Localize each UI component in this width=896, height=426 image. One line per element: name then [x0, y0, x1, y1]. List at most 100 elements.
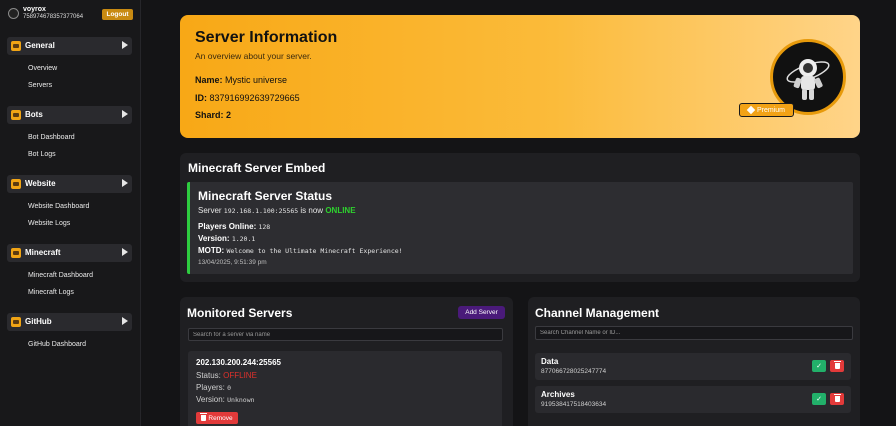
sidebar-item-minecraft-dashboard[interactable]: Minecraft Dashboard — [28, 272, 93, 279]
channel-id: 919538417518403634 — [541, 401, 607, 408]
globe-icon — [11, 179, 21, 189]
confirm-channel-button[interactable]: ✓ — [812, 360, 826, 372]
server-name-value: Mystic universe — [225, 75, 288, 85]
sidebar-item-github-dashboard[interactable]: GitHub Dashboard — [28, 341, 86, 348]
section-label: General — [25, 41, 55, 50]
page-title: Server Information — [195, 29, 338, 46]
embed-version-line: Version: 1.20.1 — [198, 234, 255, 243]
embed-server-prefix: Server — [198, 206, 222, 215]
section-label: GitHub — [25, 317, 52, 326]
delete-channel-button[interactable] — [830, 360, 844, 372]
server-players-row: Players: 0 — [196, 383, 231, 392]
embed-version-value: 1.20.1 — [231, 235, 256, 243]
embed-version-label: Version: — [198, 234, 230, 243]
channel-item: Data 877066728025247774 ✓ — [535, 353, 851, 380]
channel-name: Archives — [541, 390, 575, 399]
astronaut-icon — [786, 59, 830, 100]
sidebar-item-bot-dashboard[interactable]: Bot Dashboard — [28, 134, 75, 141]
server-status-label: Status: — [196, 371, 221, 380]
expand-arrow-icon — [122, 110, 128, 118]
add-server-button[interactable]: Add Server — [458, 306, 505, 319]
expand-arrow-icon — [122, 248, 128, 256]
section-label: Website — [25, 179, 56, 188]
server-version-label: Version: — [196, 395, 225, 404]
logout-button[interactable]: Logout — [102, 9, 133, 20]
sidebar-section-minecraft[interactable]: Minecraft — [7, 244, 132, 262]
delete-channel-button[interactable] — [830, 393, 844, 405]
sidebar-item-overview[interactable]: Overview — [28, 65, 57, 72]
embed-status-title: Minecraft Server Status — [198, 189, 333, 203]
trash-icon — [200, 413, 208, 421]
sidebar-item-minecraft-logs[interactable]: Minecraft Logs — [28, 289, 74, 296]
server-shard-row: Shard: 2 — [195, 110, 231, 120]
expand-arrow-icon — [122, 317, 128, 325]
gem-icon — [746, 105, 756, 115]
server-shard-label: Shard: — [195, 110, 224, 120]
premium-badge: Premium — [739, 103, 794, 117]
sidebar-item-website-dashboard[interactable]: Website Dashboard — [28, 203, 89, 210]
remove-server-button[interactable]: Remove — [196, 412, 238, 424]
channel-name: Data — [541, 357, 559, 366]
server-name-label: Name: — [195, 75, 223, 85]
github-icon — [11, 317, 21, 327]
user-id: 758974678357377064 — [23, 14, 84, 20]
channel-search-input[interactable] — [535, 326, 853, 340]
embed-motd-value: Welcome to the Ultimate Minecraft Experi… — [226, 247, 403, 255]
minecraft-embed-card: Minecraft Server Embed Minecraft Server … — [180, 153, 860, 282]
server-shard-value: 2 — [226, 110, 232, 120]
server-status-embed: Minecraft Server Status Server 192.168.1… — [187, 182, 853, 274]
cube-icon — [11, 248, 21, 258]
server-address: 202.130.200.244:25565 — [196, 358, 281, 367]
section-label: Bots — [25, 110, 43, 119]
server-search-input[interactable] — [188, 328, 503, 341]
sidebar-section-general[interactable]: General — [7, 37, 132, 55]
remove-label: Remove — [208, 414, 233, 422]
embed-server-address: 192.168.1.100:25565 — [223, 207, 299, 215]
server-players-label: Players: — [196, 383, 225, 392]
sidebar-item-bot-logs[interactable]: Bot Logs — [28, 151, 56, 158]
embed-timestamp: 13/04/2025, 9:51:39 pm — [198, 259, 267, 266]
monitored-servers-card: Monitored Servers Add Server 202.130.200… — [180, 297, 513, 426]
channel-item: Archives 919538417518403634 ✓ — [535, 386, 851, 413]
server-status-value: OFFLINE — [223, 371, 257, 380]
server-version-row: Version: Unknown — [196, 395, 255, 404]
embed-players-label: Players Online: — [198, 222, 257, 231]
server-id-value: 837916992639729665 — [209, 93, 300, 103]
sidebar-item-website-logs[interactable]: Website Logs — [28, 220, 70, 227]
channel-management-card: Channel Management Data 8770667280252477… — [528, 297, 860, 426]
server-id-row: ID: 837916992639729665 — [195, 93, 300, 103]
sidebar-section-github[interactable]: GitHub — [7, 313, 132, 331]
user-avatar — [8, 8, 19, 19]
embed-server-mid: is now — [300, 206, 324, 215]
embed-players-value: 128 — [258, 223, 271, 231]
monitored-server-item: 202.130.200.244:25565 Status: OFFLINE Pl… — [188, 351, 502, 426]
app-root: voyrox 758974678357377064 Logout General… — [0, 0, 896, 426]
bot-icon — [11, 110, 21, 120]
server-info-banner: Server Information An overview about you… — [180, 15, 860, 138]
server-name-row: Name: Mystic universe — [195, 75, 287, 85]
expand-arrow-icon — [122, 41, 128, 49]
sidebar-item-servers[interactable]: Servers — [28, 82, 52, 89]
server-version-value: Unknown — [227, 396, 255, 404]
folder-icon — [11, 41, 21, 51]
confirm-channel-button[interactable]: ✓ — [812, 393, 826, 405]
trash-icon — [833, 394, 841, 402]
expand-arrow-icon — [122, 179, 128, 187]
embed-card-title: Minecraft Server Embed — [188, 161, 326, 175]
premium-label: Premium — [756, 106, 785, 114]
server-players-value: 0 — [227, 384, 232, 392]
section-label: Minecraft — [25, 248, 61, 257]
user-name: voyrox — [23, 6, 46, 13]
sidebar-section-website[interactable]: Website — [7, 175, 132, 193]
server-status-row: Status: OFFLINE — [196, 371, 257, 380]
monitored-title: Monitored Servers — [187, 306, 293, 320]
sidebar-section-bots[interactable]: Bots — [7, 106, 132, 124]
embed-motd-label: MOTD: — [198, 246, 225, 255]
channel-title: Channel Management — [535, 306, 660, 320]
check-icon: ✓ — [816, 363, 822, 370]
embed-server-status: ONLINE — [325, 206, 356, 215]
sidebar: voyrox 758974678357377064 Logout General… — [0, 0, 141, 426]
embed-server-line: Server 192.168.1.100:25565 is now ONLINE — [198, 206, 356, 215]
embed-motd-line: MOTD: Welcome to the Ultimate Minecraft … — [198, 246, 403, 255]
page-subtitle: An overview about your server. — [195, 51, 312, 61]
